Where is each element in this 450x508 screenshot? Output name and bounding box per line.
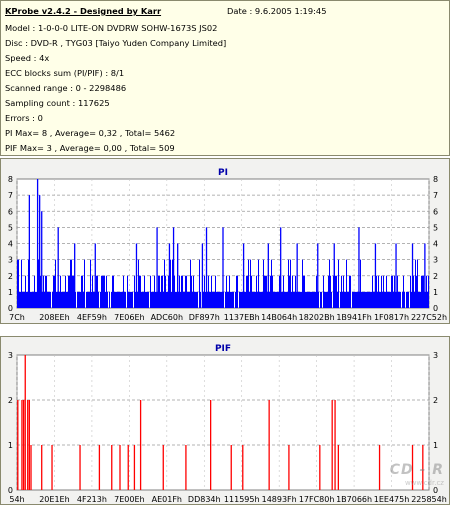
y-tick-label-left: 2 — [8, 396, 13, 405]
y-tick-label-right: 1 — [433, 288, 438, 297]
x-tick-label: 54h — [9, 495, 24, 504]
y-tick-label-right: 8 — [433, 175, 438, 184]
y-tick-label-right: 5 — [433, 223, 438, 232]
x-tick-label: ADC60h — [151, 313, 183, 322]
x-tick-label: DF897h — [189, 313, 220, 322]
x-tick-label: 1B941Fh — [336, 313, 372, 322]
x-tick-label: 20E1Eh — [39, 495, 69, 504]
watermark-logo: CD - R — [389, 462, 444, 478]
x-tick-label: AE01Fh — [152, 495, 182, 504]
info-ecc-blocks: ECC blocks sum (PI/PIF) : 8/1 — [5, 68, 125, 78]
y-tick-label-left: 5 — [8, 223, 13, 232]
watermark-url: www.cdr.cz — [404, 479, 444, 487]
y-tick-label-right: 7 — [433, 191, 438, 200]
x-tick-label: 7E06Eh — [114, 313, 144, 322]
x-tick-label: 7Ch — [9, 313, 25, 322]
y-tick-label-right: 0 — [433, 304, 438, 313]
y-tick-label-left: 3 — [8, 256, 13, 265]
y-tick-label-right: 1 — [433, 441, 438, 450]
y-tick-label-left: 2 — [8, 272, 13, 281]
y-tick-label-left: 1 — [8, 288, 13, 297]
y-tick-label-left: 7 — [8, 191, 13, 200]
x-tick-label: 14B064h — [261, 313, 297, 322]
y-tick-label-left: 0 — [8, 304, 13, 313]
x-tick-label: 14893Fh — [262, 495, 297, 504]
info-disc: Disc : DVD-R , TYG03 [Taiyo Yuden Compan… — [5, 38, 227, 48]
x-tick-label: DD834h — [188, 495, 221, 504]
info-errors: Errors : 0 — [5, 113, 43, 123]
y-tick-label-left: 4 — [8, 240, 13, 249]
x-tick-label: 1B7066h — [336, 495, 372, 504]
y-tick-label-left: 6 — [8, 207, 13, 216]
app-title: KProbe v2.4.2 - Designed by Karr — [5, 6, 162, 16]
x-tick-label: 17FC80h — [299, 495, 335, 504]
y-tick-label-right: 3 — [433, 256, 438, 265]
info-sampling-count: Sampling count : 117625 — [5, 98, 110, 108]
info-speed: Speed : 4x — [5, 53, 50, 63]
x-tick-label: 111595h — [224, 495, 260, 504]
x-tick-label: 1137EBh — [224, 313, 260, 322]
x-tick-label: 208EEh — [39, 313, 69, 322]
y-tick-label-right: 2 — [433, 396, 438, 405]
pi-chart-panel: 0 0 1 1 2 2 3 3 4 4 5 5 6 6 7 7 8 8 7Ch 208EEh 4EF59h 7E06Eh A… — [0, 158, 450, 324]
scan-date: Date : 9.6.2005 1:19:45 — [227, 6, 327, 16]
info-scanned-range: Scanned range : 0 - 2298486 — [5, 83, 127, 93]
y-tick-label-right: 6 — [433, 207, 438, 216]
chart-title: PIF — [215, 344, 231, 354]
plot-area — [16, 354, 430, 491]
y-tick-label-left: 1 — [8, 441, 13, 450]
x-tick-label: 1F0817h — [374, 313, 409, 322]
chart-title: PI — [218, 168, 228, 178]
x-tick-label: 18202Bh — [299, 313, 335, 322]
y-tick-label-right: 2 — [433, 272, 438, 281]
x-tick-label: 7E00Eh — [114, 495, 144, 504]
x-tick-label: 4F213h — [77, 495, 107, 504]
info-pi-stats: PI Max= 8 , Average= 0,32 , Total= 5462 — [5, 128, 176, 138]
y-tick-label-left: 3 — [8, 351, 13, 360]
y-tick-label-right: 3 — [433, 351, 438, 360]
x-tick-label: 4EF59h — [77, 313, 107, 322]
watermark: CD - R www.cdr.cz — [372, 462, 444, 502]
info-model: Model : 1-0-0-0 LITE-ON DVDRW SOHW-1673S… — [5, 23, 218, 33]
info-pif-stats: PIF Max= 3 , Average= 0,00 , Total= 509 — [5, 143, 175, 153]
pi-chart: 0 0 1 1 2 2 3 3 4 4 5 5 6 6 7 7 8 8 7Ch 208EEh 4EF59h 7E06Eh A… — [8, 168, 447, 322]
y-tick-label-left: 8 — [8, 175, 13, 184]
x-tick-label: 227C52h — [411, 313, 447, 322]
y-tick-label-right: 4 — [433, 240, 438, 249]
disc-info-panel: KProbe v2.4.2 - Designed by Karr Date : … — [0, 0, 450, 156]
y-tick-label-left: 0 — [8, 486, 13, 495]
